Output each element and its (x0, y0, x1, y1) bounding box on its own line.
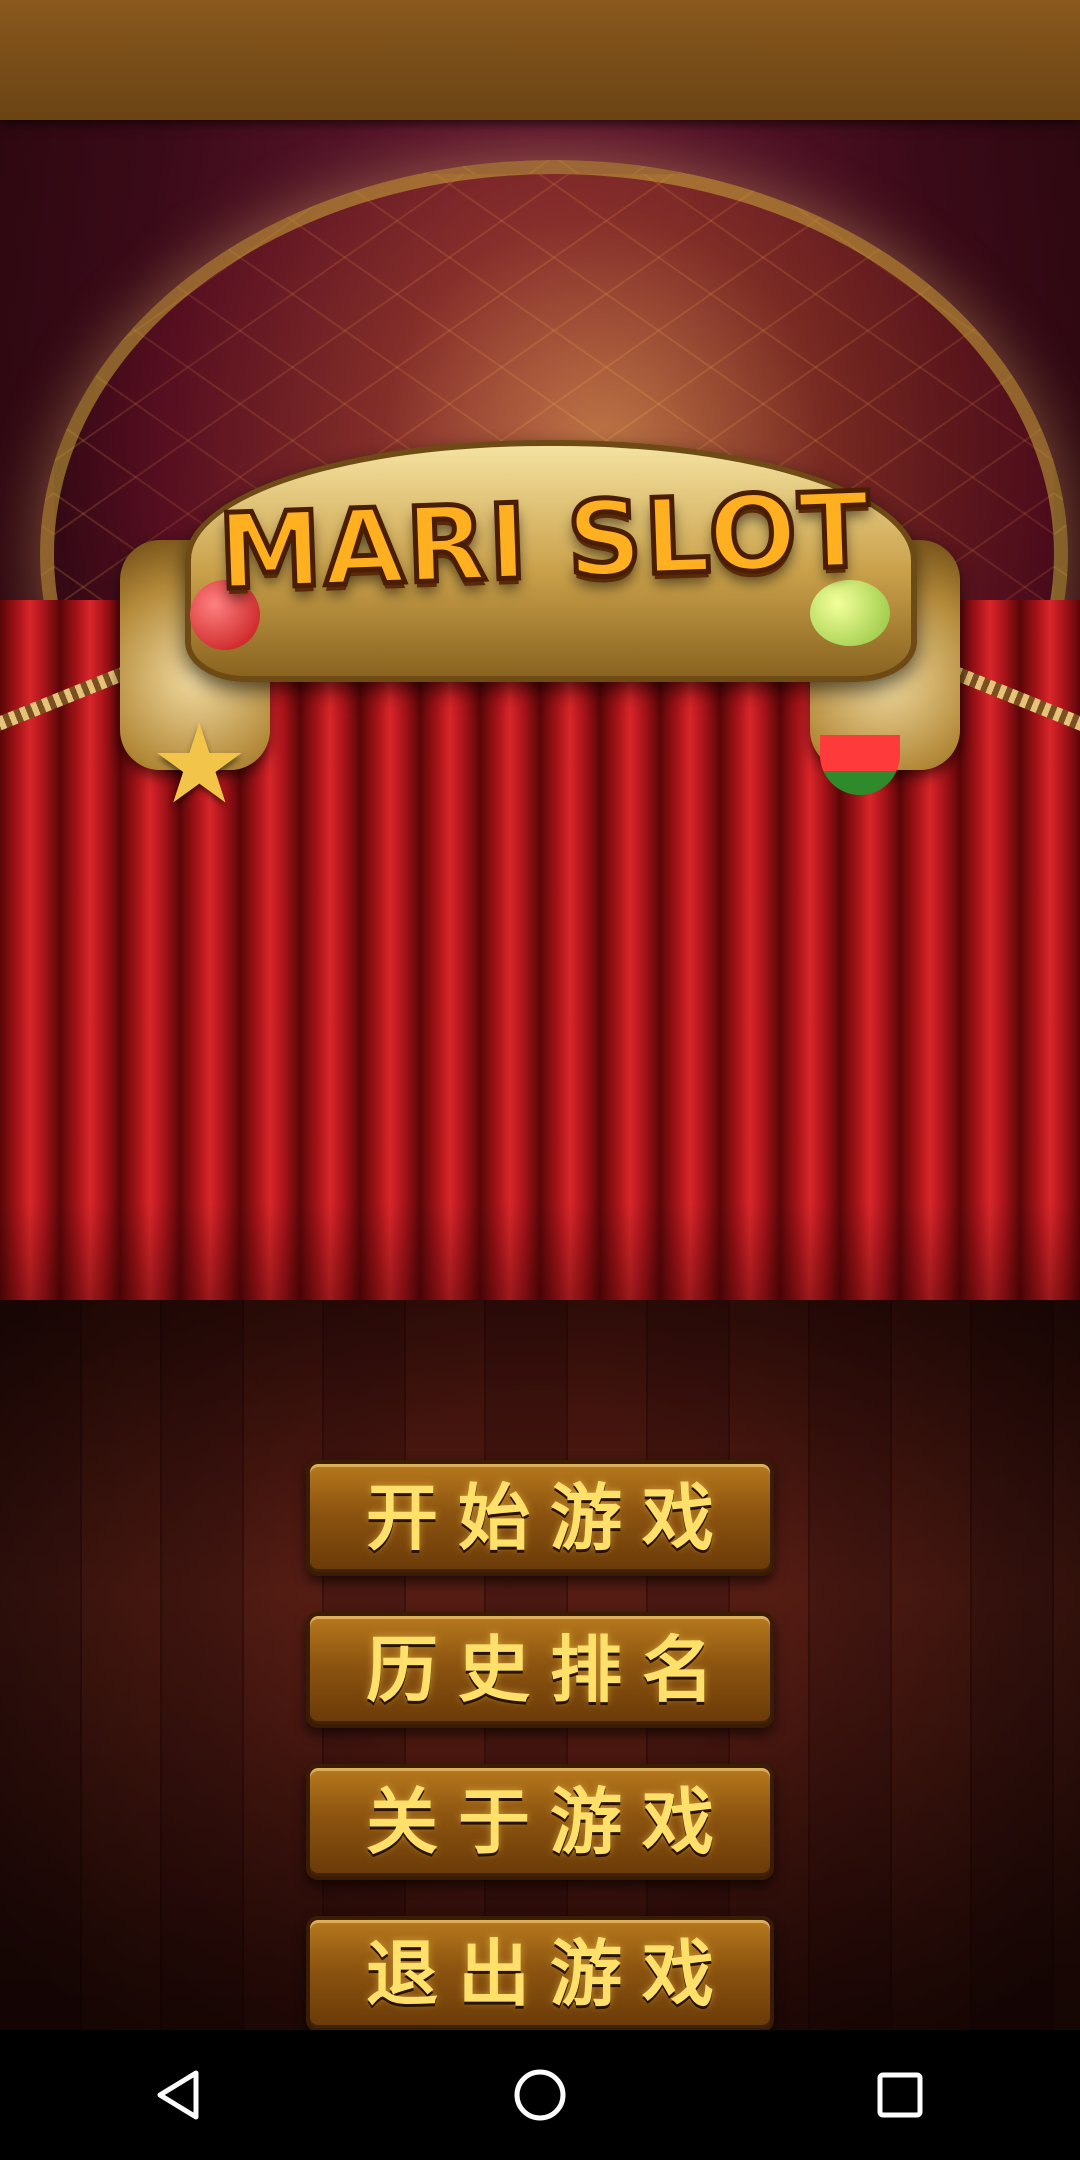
home-icon (514, 2069, 566, 2121)
star-icon: ★ (150, 700, 249, 828)
main-menu: 开始游戏 历史排名 关于游戏 退出游戏 (306, 1460, 774, 2030)
exit-game-button[interactable]: 退出游戏 (306, 1916, 774, 2030)
home-button[interactable] (440, 2030, 640, 2160)
recents-icon (877, 2072, 923, 2118)
system-navigation-bar (0, 2030, 1080, 2160)
game-stage: ★ MARI SLOT 开始游戏 历史排名 关于游戏 退出游戏 (0, 120, 1080, 2030)
back-button[interactable] (80, 2030, 280, 2160)
start-game-button[interactable]: 开始游戏 (306, 1460, 774, 1576)
game-logo: MARI SLOT (214, 466, 877, 616)
status-bar (0, 0, 1080, 120)
history-ranking-button[interactable]: 历史排名 (306, 1612, 774, 1728)
about-game-button[interactable]: 关于游戏 (306, 1764, 774, 1880)
recents-button[interactable] (800, 2030, 1000, 2160)
back-icon (157, 2070, 199, 2120)
